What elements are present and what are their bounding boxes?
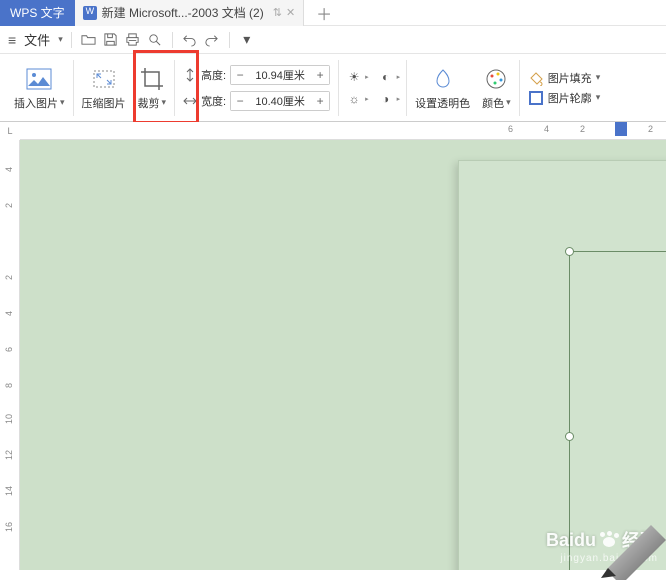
insert-image-button[interactable]: 插入图片▾ [8,54,71,122]
color-icon [482,65,510,93]
contrast-up-icon: ◐ [377,68,395,86]
qat-dropdown-icon[interactable]: ▾ [238,31,256,49]
brightness-down-icon: ☼ [345,90,363,108]
set-transparent-button[interactable]: 设置透明色 [409,54,476,122]
picture-outline-button[interactable]: 图片轮廓▾ [528,90,601,106]
picture-fill-button[interactable]: 图片填充▾ [528,70,601,86]
outline-icon [528,90,544,106]
contrast-down-button[interactable]: ◑▸ [377,90,401,108]
file-menu[interactable]: 文件 [24,30,50,49]
brightness-up-icon: ☀ [345,68,363,86]
contrast-down-icon: ◑ [377,90,395,108]
vertical-ruler[interactable]: 42246810121416 [0,140,20,570]
width-decrease-button[interactable]: − [231,92,249,110]
save-icon[interactable] [102,31,120,49]
height-spinner[interactable]: − 10.94厘米 + [230,65,330,85]
undo-icon[interactable] [181,31,199,49]
app-name: WPS 文字 [0,0,75,26]
compress-image-button[interactable]: 压缩图片 [76,54,132,122]
height-label: 高度: [201,67,226,83]
paw-icon [598,531,620,549]
width-label: 宽度: [201,93,226,109]
handle-nw[interactable] [565,247,574,256]
width-value[interactable]: 10.40厘米 [249,93,311,109]
width-icon [183,94,197,108]
width-spinner[interactable]: − 10.40厘米 + [230,91,330,111]
fill-icon [528,70,544,86]
file-menu-dropdown-icon[interactable]: ▾ [58,34,63,45]
document-canvas[interactable] [20,140,666,570]
page[interactable] [458,160,666,570]
redo-icon[interactable] [203,31,221,49]
crop-icon [138,65,166,93]
brightness-up-button[interactable]: ☀▸ [345,68,369,86]
tab-label: 新建 Microsoft...-2003 文档 (2) [102,4,264,21]
hamburger-icon[interactable]: ≡ [8,32,16,48]
new-tab-button[interactable]: ＋ [304,1,344,25]
selection-box[interactable] [569,251,666,570]
transparent-icon [429,65,457,93]
print-preview-icon[interactable] [146,31,164,49]
height-icon [183,68,197,82]
height-decrease-button[interactable]: − [231,66,249,84]
tab-close-icon[interactable]: ✕ [286,6,295,19]
horizontal-ruler[interactable]: 6422 [20,122,666,140]
image-icon [25,65,53,93]
print-icon[interactable] [124,31,142,49]
color-button[interactable]: 颜色▾ [476,54,517,122]
ruler-corner: L [0,122,20,140]
document-tab[interactable]: 新建 Microsoft...-2003 文档 (2) ⇅ ✕ [75,0,304,26]
crop-button[interactable]: 裁剪▾ [132,54,173,122]
doc-icon [83,6,97,20]
watermark: Baidu经验 jingyan.baidu.com [546,527,658,564]
compress-icon [90,65,118,93]
width-increase-button[interactable]: + [311,92,329,110]
brightness-down-button[interactable]: ☼▸ [345,90,369,108]
height-value[interactable]: 10.94厘米 [249,67,311,83]
open-icon[interactable] [80,31,98,49]
tab-sync-icon[interactable]: ⇅ [273,6,282,19]
height-increase-button[interactable]: + [311,66,329,84]
handle-w[interactable] [565,432,574,441]
contrast-up-button[interactable]: ◐▸ [377,68,401,86]
